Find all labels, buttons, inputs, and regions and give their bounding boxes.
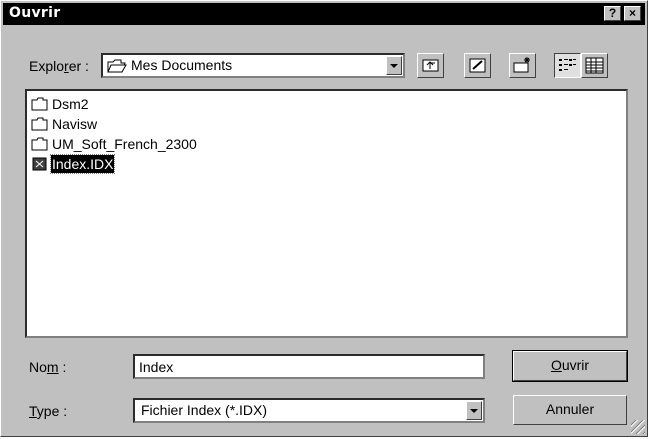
file-name: Index.IDX (49, 154, 116, 174)
details-view-button[interactable] (581, 53, 608, 78)
folder-icon (31, 117, 48, 131)
window-title: Ouvrir (9, 5, 61, 21)
filetype-label: Type : (29, 403, 68, 419)
resize-grip[interactable] (631, 420, 645, 434)
folder-open-icon (107, 59, 127, 73)
desktop-button[interactable] (464, 53, 491, 78)
file-name: UM_Soft_French_2300 (52, 136, 197, 152)
filename-value: Index (139, 359, 174, 375)
folder-up-icon (422, 59, 439, 72)
file-list[interactable]: Dsm2 Navisw UM_Soft_French_2300 Index.ID… (25, 89, 628, 338)
up-one-level-button[interactable] (417, 53, 444, 78)
filetype-combo[interactable]: Fichier Index (*.IDX) (133, 398, 485, 423)
list-view-icon (559, 59, 576, 71)
look-in-dropdown-button[interactable] (386, 56, 402, 75)
filetype-value: Fichier Index (*.IDX) (141, 402, 268, 418)
look-in-value: Mes Documents (131, 57, 233, 73)
filename-input[interactable]: Index (133, 354, 485, 379)
open-button[interactable]: Ouvrir (512, 350, 628, 382)
file-name: Navisw (52, 116, 98, 132)
cancel-button[interactable]: Annuler (513, 395, 627, 425)
file-icon (32, 157, 47, 171)
list-view-button[interactable] (554, 53, 581, 78)
folder-icon (31, 137, 48, 151)
folder-icon (31, 97, 48, 111)
new-folder-button[interactable] (509, 53, 536, 78)
look-in-label: Explorer : (29, 58, 89, 74)
help-button[interactable]: ? (604, 6, 621, 21)
new-folder-icon (513, 57, 530, 73)
close-button[interactable]: × (624, 6, 641, 21)
filetype-dropdown-button[interactable] (466, 401, 482, 420)
filename-label: Nom : (29, 359, 67, 375)
file-name: Dsm2 (52, 96, 89, 112)
title-bar[interactable]: Ouvrir ? × (3, 3, 645, 25)
desktop-icon (469, 58, 486, 73)
look-in-combo[interactable]: Mes Documents (101, 53, 405, 78)
open-dialog: Ouvrir ? × Explorer : Mes Documents Dsm2… (0, 0, 648, 437)
details-view-icon (585, 57, 604, 74)
